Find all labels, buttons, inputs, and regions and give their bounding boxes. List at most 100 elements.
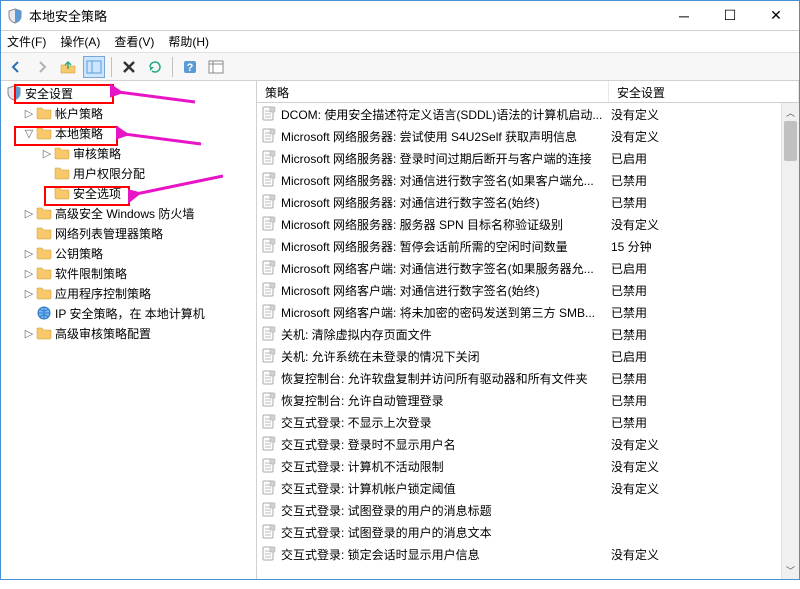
show-tree-button[interactable] xyxy=(83,56,105,78)
policy-value: 已启用 xyxy=(611,260,647,277)
scroll-thumb[interactable] xyxy=(784,121,797,161)
policy-doc-icon xyxy=(261,524,277,540)
tree-item[interactable]: ▽本地策略 xyxy=(1,123,256,143)
policy-row[interactable]: 恢复控制台: 允许自动管理登录已禁用 xyxy=(257,389,781,411)
close-button[interactable]: ✕ xyxy=(753,1,799,31)
tree-item[interactable]: ▷ 审核策略 xyxy=(1,143,256,163)
app-icon xyxy=(7,8,23,24)
policy-value: 没有定义 xyxy=(611,480,659,497)
list-icon xyxy=(208,59,224,75)
expand-toggle[interactable]: ▷ xyxy=(41,147,53,160)
policy-row[interactable]: 交互式登录: 锁定会话时显示用户信息没有定义 xyxy=(257,543,781,565)
policy-row[interactable]: 交互式登录: 计算机不活动限制没有定义 xyxy=(257,455,781,477)
expand-toggle[interactable]: ▷ xyxy=(23,207,35,220)
tree-pane[interactable]: 安全设置 ▷帐户策略▽本地策略 ▷ 审核策略用户权限分配安全选项▷高级安全 Wind… xyxy=(1,81,257,579)
tree-item-label: 用户权限分配 xyxy=(73,165,145,182)
folder-icon xyxy=(36,125,52,141)
back-button[interactable] xyxy=(5,56,27,78)
list-view-button[interactable] xyxy=(205,56,227,78)
policy-doc-icon xyxy=(261,282,277,298)
menu-file[interactable]: 文件(F) xyxy=(7,33,46,50)
tree-item[interactable]: ▷高级安全 Windows 防火墙 xyxy=(1,203,256,223)
menu-view[interactable]: 查看(V) xyxy=(114,33,154,50)
scroll-track[interactable] xyxy=(782,121,799,561)
expand-toggle[interactable]: ▷ xyxy=(23,287,35,300)
policy-doc-icon xyxy=(261,370,277,386)
policy-row[interactable]: 交互式登录: 计算机帐户锁定阈值没有定义 xyxy=(257,477,781,499)
policy-row[interactable]: 关机: 清除虚拟内存页面文件已禁用 xyxy=(257,323,781,345)
policy-row[interactable]: Microsoft 网络服务器: 尝试使用 S4U2Self 获取声明信息没有定… xyxy=(257,125,781,147)
policy-row[interactable]: Microsoft 网络服务器: 对通信进行数字签名(如果客户端允...已禁用 xyxy=(257,169,781,191)
policy-doc-icon xyxy=(261,172,277,188)
policy-value: 没有定义 xyxy=(611,128,659,145)
column-policy[interactable]: 策略 xyxy=(257,81,609,102)
policy-row[interactable]: 恢复控制台: 允许软盘复制并访问所有驱动器和所有文件夹已禁用 xyxy=(257,367,781,389)
panes-icon xyxy=(86,59,102,75)
policy-value: 已禁用 xyxy=(611,392,647,409)
help-icon xyxy=(182,59,198,75)
menu-action[interactable]: 操作(A) xyxy=(60,33,100,50)
policy-doc-icon xyxy=(261,260,277,276)
policy-row[interactable]: Microsoft 网络服务器: 登录时间过期后断开与客户端的连接已启用 xyxy=(257,147,781,169)
help-button[interactable] xyxy=(179,56,201,78)
expand-toggle[interactable]: ▷ xyxy=(23,327,35,340)
policy-row[interactable]: DCOM: 使用安全描述符定义语言(SDDL)语法的计算机启动...没有定义 xyxy=(257,103,781,125)
expand-toggle[interactable]: ▷ xyxy=(23,107,35,120)
expand-toggle[interactable]: ▽ xyxy=(23,127,35,140)
policy-name: 交互式登录: 登录时不显示用户名 xyxy=(281,436,611,453)
tree-item[interactable]: 用户权限分配 xyxy=(1,163,256,183)
policy-value: 已禁用 xyxy=(611,304,647,321)
policy-doc-icon xyxy=(261,326,277,342)
back-icon xyxy=(8,59,24,75)
minimize-button[interactable]: ─ xyxy=(661,1,707,31)
tree-root[interactable]: 安全设置 xyxy=(1,83,256,103)
scroll-down-button[interactable]: ﹀ xyxy=(782,561,799,579)
folder-icon xyxy=(36,285,52,301)
policy-row[interactable]: 交互式登录: 不显示上次登录已禁用 xyxy=(257,411,781,433)
tree-item[interactable]: 网络列表管理器策略 xyxy=(1,223,256,243)
policy-name: 交互式登录: 计算机不活动限制 xyxy=(281,458,611,475)
folder-icon xyxy=(36,205,52,221)
folder-icon xyxy=(36,325,52,341)
menu-help[interactable]: 帮助(H) xyxy=(168,33,209,50)
policy-row[interactable]: 关机: 允许系统在未登录的情况下关闭已启用 xyxy=(257,345,781,367)
tree-item[interactable]: ▷帐户策略 xyxy=(1,103,256,123)
policy-row[interactable]: Microsoft 网络客户端: 将未加密的密码发送到第三方 SMB...已禁用 xyxy=(257,301,781,323)
expand-toggle[interactable]: ▷ xyxy=(23,267,35,280)
globe-icon xyxy=(36,305,52,321)
tree-item[interactable]: 安全选项 xyxy=(1,183,256,203)
policy-row[interactable]: Microsoft 网络客户端: 对通信进行数字签名(如果服务器允...已启用 xyxy=(257,257,781,279)
up-button[interactable] xyxy=(57,56,79,78)
tree-item[interactable]: ▷公钥策略 xyxy=(1,243,256,263)
policy-value: 已禁用 xyxy=(611,194,647,211)
policy-row[interactable]: 交互式登录: 登录时不显示用户名没有定义 xyxy=(257,433,781,455)
policy-row[interactable]: Microsoft 网络客户端: 对通信进行数字签名(始终)已禁用 xyxy=(257,279,781,301)
policy-row[interactable]: Microsoft 网络服务器: 对通信进行数字签名(始终)已禁用 xyxy=(257,191,781,213)
policy-name: Microsoft 网络服务器: 登录时间过期后断开与客户端的连接 xyxy=(281,150,611,167)
list-rows[interactable]: DCOM: 使用安全描述符定义语言(SDDL)语法的计算机启动...没有定义Mi… xyxy=(257,103,781,579)
policy-value: 已禁用 xyxy=(611,282,647,299)
policy-row[interactable]: 交互式登录: 试图登录的用户的消息标题 xyxy=(257,499,781,521)
expand-toggle[interactable]: ▷ xyxy=(23,247,35,260)
window-title: 本地安全策略 xyxy=(29,6,661,25)
policy-value: 没有定义 xyxy=(611,546,659,563)
tree-item-label: 审核策略 xyxy=(73,145,121,162)
tree-item[interactable]: ▷应用程序控制策略 xyxy=(1,283,256,303)
policy-doc-icon xyxy=(261,480,277,496)
policy-row[interactable]: Microsoft 网络服务器: 暂停会话前所需的空闲时间数量15 分钟 xyxy=(257,235,781,257)
policy-row[interactable]: Microsoft 网络服务器: 服务器 SPN 目标名称验证级别没有定义 xyxy=(257,213,781,235)
tree-item[interactable]: IP 安全策略，在 本地计算机 xyxy=(1,303,256,323)
maximize-button[interactable]: ☐ xyxy=(707,1,753,31)
vertical-scrollbar[interactable]: ︿ ﹀ xyxy=(781,103,799,579)
policy-row[interactable]: 交互式登录: 试图登录的用户的消息文本 xyxy=(257,521,781,543)
list-pane: 策略 安全设置 DCOM: 使用安全描述符定义语言(SDDL)语法的计算机启动.… xyxy=(257,81,799,579)
tree-item[interactable]: ▷高级审核策略配置 xyxy=(1,323,256,343)
toolbar-separator xyxy=(111,57,112,77)
column-setting[interactable]: 安全设置 xyxy=(609,81,799,102)
delete-button[interactable] xyxy=(118,56,140,78)
refresh-button[interactable] xyxy=(144,56,166,78)
forward-button xyxy=(31,56,53,78)
scroll-up-button[interactable]: ︿ xyxy=(782,103,799,121)
delete-icon xyxy=(121,59,137,75)
tree-item[interactable]: ▷软件限制策略 xyxy=(1,263,256,283)
